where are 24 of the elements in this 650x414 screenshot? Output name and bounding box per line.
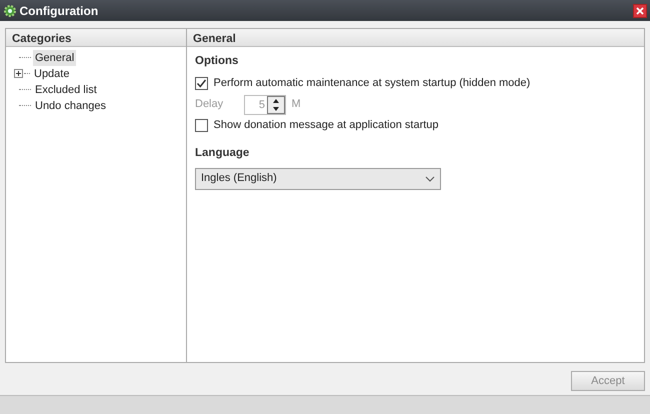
field-label: Delay <box>195 97 224 112</box>
close-icon <box>636 6 644 14</box>
tree-item[interactable]: Update <box>32 66 72 82</box>
column-header: Categories <box>6 29 186 47</box>
section-heading: Language <box>195 146 250 161</box>
tree-item[interactable]: General <box>33 50 76 66</box>
up-arrow-icon[interactable] <box>273 98 279 102</box>
tree-item[interactable]: Excluded list <box>33 82 99 98</box>
window-title: Configuration <box>20 2 98 20</box>
down-arrow-icon[interactable] <box>273 106 279 110</box>
expand-toggle[interactable] <box>14 69 23 78</box>
tree-item[interactable]: Undo changes <box>33 98 108 114</box>
chevron-down-icon <box>425 176 435 182</box>
gear-icon <box>2 4 17 18</box>
checkbox-label: Perform automatic maintenance at system startup (hidden mode) <box>214 76 530 92</box>
unit-label: M <box>292 97 301 112</box>
section-heading: Options <box>195 54 240 68</box>
checkbox-label: Show donation message at application startup <box>214 118 439 134</box>
checkbox[interactable] <box>195 119 208 132</box>
dropdown-value: Ingles (English) <box>201 171 278 186</box>
language-dropdown[interactable]: Ingles (English) <box>195 168 441 190</box>
panel-header: General <box>187 29 644 47</box>
close-button[interactable] <box>633 4 648 18</box>
checkbox[interactable] <box>195 77 208 90</box>
